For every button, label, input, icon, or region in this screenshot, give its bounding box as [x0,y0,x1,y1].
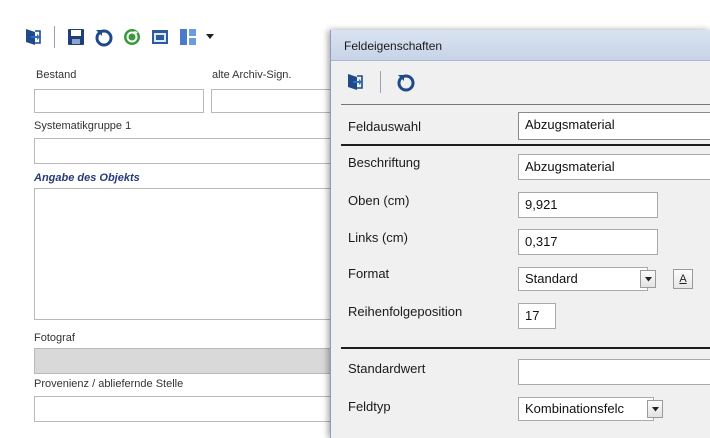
label-beschriftung: Beschriftung [348,155,421,170]
feldtyp-select[interactable]: Kombinationsfelc [518,397,654,421]
dropdown-arrow-icon[interactable] [205,26,215,48]
save-icon[interactable] [65,26,87,48]
label-standardwert: Standardwert [348,361,426,376]
label-oben: Oben (cm) [348,193,410,208]
feldauswahl-select[interactable]: Abzugsmaterial [518,112,710,140]
dialog-title: Feldeigenschaften [344,39,443,53]
bestand-field[interactable] [34,89,204,113]
fotograf-field[interactable] [34,348,334,374]
feldeigenschaften-dialog: Feldeigenschaften Feldauswahl Abzugsmate… [330,30,710,438]
refresh-icon[interactable] [121,26,143,48]
alte-archiv-sign-field[interactable] [211,89,336,113]
beschriftung-input[interactable]: Abzugsmaterial [518,154,710,180]
dialog-title-bar[interactable]: Feldeigenschaften [331,30,710,61]
format-dropdown-button[interactable] [640,270,656,288]
columns-icon[interactable] [177,26,199,48]
label-fotograf: Fotograf [34,332,75,344]
label-systematikgruppe: Systematikgruppe 1 [34,120,132,132]
label-angabe-objekts: Angabe des Objekts [34,172,140,184]
provenienz-field[interactable] [34,396,334,422]
chevron-down-icon [644,276,652,281]
angabe-objekts-field[interactable] [34,188,334,320]
standardwert-input[interactable] [518,359,710,385]
undo-icon[interactable] [395,71,417,93]
divider [341,144,710,146]
divider [341,347,710,349]
format-select[interactable]: Standard [518,267,648,291]
chevron-down-icon [651,406,659,411]
links-input[interactable]: 0,317 [518,229,658,255]
systematikgruppe-field[interactable] [34,138,334,164]
label-bestand: Bestand [36,69,77,81]
form-toolbar [22,22,215,52]
exit-icon[interactable] [22,26,44,48]
label-reihenfolge: Reihenfolgeposition [348,304,463,319]
divider [341,104,710,105]
oben-input[interactable]: 9,921 [518,192,658,218]
font-format-button[interactable]: A [673,269,693,289]
label-alte-archiv-sign: alte Archiv-Sign. [212,69,292,81]
layout-icon[interactable] [149,26,171,48]
exit-icon[interactable] [344,71,366,93]
label-feldtyp: Feldtyp [348,399,391,414]
toolbar-separator [380,71,381,93]
reihenfolge-input[interactable]: 17 [518,303,556,329]
label-links: Links (cm) [348,230,408,245]
undo-icon[interactable] [93,26,115,48]
feldtyp-dropdown-button[interactable] [647,400,663,418]
toolbar-separator [54,26,55,48]
dialog-toolbar [338,66,710,98]
label-format: Format [348,266,390,281]
label-provenienz: Provenienz / abliefernde Stelle [34,378,184,390]
label-feldauswahl: Feldauswahl [348,119,421,134]
